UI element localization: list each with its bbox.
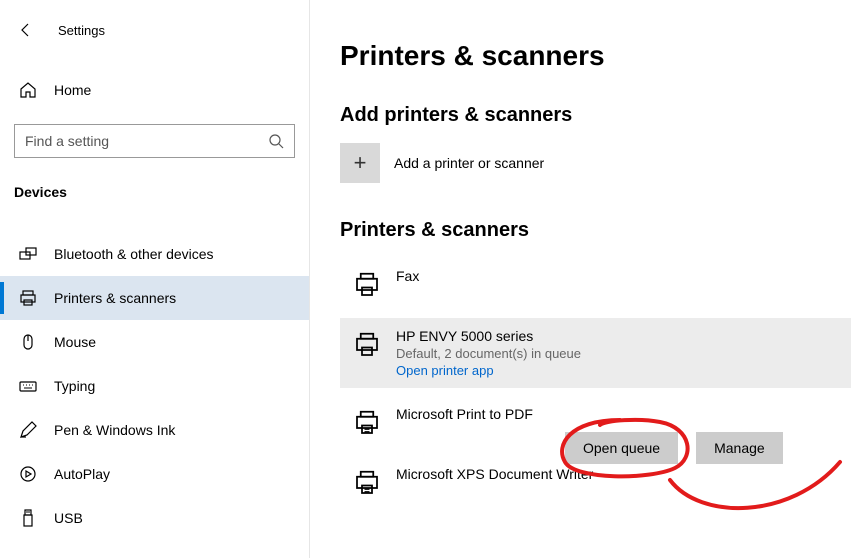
nav-item-mouse[interactable]: Mouse [0, 320, 309, 364]
nav-item-label: Pen & Windows Ink [54, 422, 175, 438]
printer-icon [352, 330, 382, 360]
nav-item-pen[interactable]: Pen & Windows Ink [0, 408, 309, 452]
printer-row-hp-envy[interactable]: HP ENVY 5000 series Default, 2 document(… [340, 318, 851, 388]
printer-icon [352, 408, 382, 438]
add-printer-label: Add a printer or scanner [394, 155, 544, 171]
printer-icon [352, 468, 382, 498]
plus-icon: + [354, 150, 367, 176]
nav-item-typing[interactable]: Typing [0, 364, 309, 408]
search-icon [268, 133, 284, 149]
printer-icon [352, 270, 382, 300]
home-icon [18, 80, 38, 100]
keyboard-icon [18, 376, 38, 396]
app-title: Settings [58, 23, 105, 38]
nav-item-label: Printers & scanners [54, 290, 176, 306]
nav-item-label: USB [54, 510, 83, 526]
nav-home-label: Home [54, 82, 91, 98]
nav-item-label: Typing [54, 378, 95, 394]
printer-name: Fax [396, 268, 419, 284]
nav-item-label: Bluetooth & other devices [54, 246, 214, 262]
printer-row-fax[interactable]: Fax [340, 258, 851, 310]
back-icon[interactable] [18, 22, 34, 38]
open-printer-app-link[interactable]: Open printer app [396, 363, 581, 378]
printers-section-title: Printers & scanners [340, 219, 851, 242]
search-box[interactable] [14, 124, 295, 158]
main-content: Printers & scanners Add printers & scann… [310, 0, 851, 558]
nav-item-bluetooth[interactable]: Bluetooth & other devices [0, 232, 309, 276]
nav-item-autoplay[interactable]: AutoPlay [0, 452, 309, 496]
usb-icon [18, 508, 38, 528]
printer-icon [18, 288, 38, 308]
printer-name: Microsoft Print to PDF [396, 406, 533, 422]
add-section-title: Add printers & scanners [340, 104, 851, 127]
open-queue-button[interactable]: Open queue [565, 432, 678, 464]
sidebar: Settings Home Devices Bluetooth & other … [0, 0, 310, 558]
nav-home[interactable]: Home [0, 68, 309, 112]
add-printer-row[interactable]: + Add a printer or scanner [340, 143, 851, 183]
devices-icon [18, 244, 38, 264]
pen-icon [18, 420, 38, 440]
title-bar: Settings [0, 10, 309, 50]
add-tile: + [340, 143, 380, 183]
page-title: Printers & scanners [340, 40, 851, 72]
nav-item-label: Mouse [54, 334, 96, 350]
printer-status: Default, 2 document(s) in queue [396, 346, 581, 361]
printer-name: HP ENVY 5000 series [396, 328, 581, 344]
mouse-icon [18, 332, 38, 352]
search-input[interactable] [15, 125, 294, 157]
nav-item-usb[interactable]: USB [0, 496, 309, 540]
nav-item-printers[interactable]: Printers & scanners [0, 276, 309, 320]
manage-button[interactable]: Manage [696, 432, 783, 464]
autoplay-icon [18, 464, 38, 484]
printer-actions: Open queue Manage [565, 432, 783, 464]
nav-list: Bluetooth & other devices Printers & sca… [0, 232, 309, 540]
sidebar-category: Devices [0, 166, 309, 210]
printer-name: Microsoft XPS Document Writer [396, 466, 593, 482]
nav-item-label: AutoPlay [54, 466, 110, 482]
